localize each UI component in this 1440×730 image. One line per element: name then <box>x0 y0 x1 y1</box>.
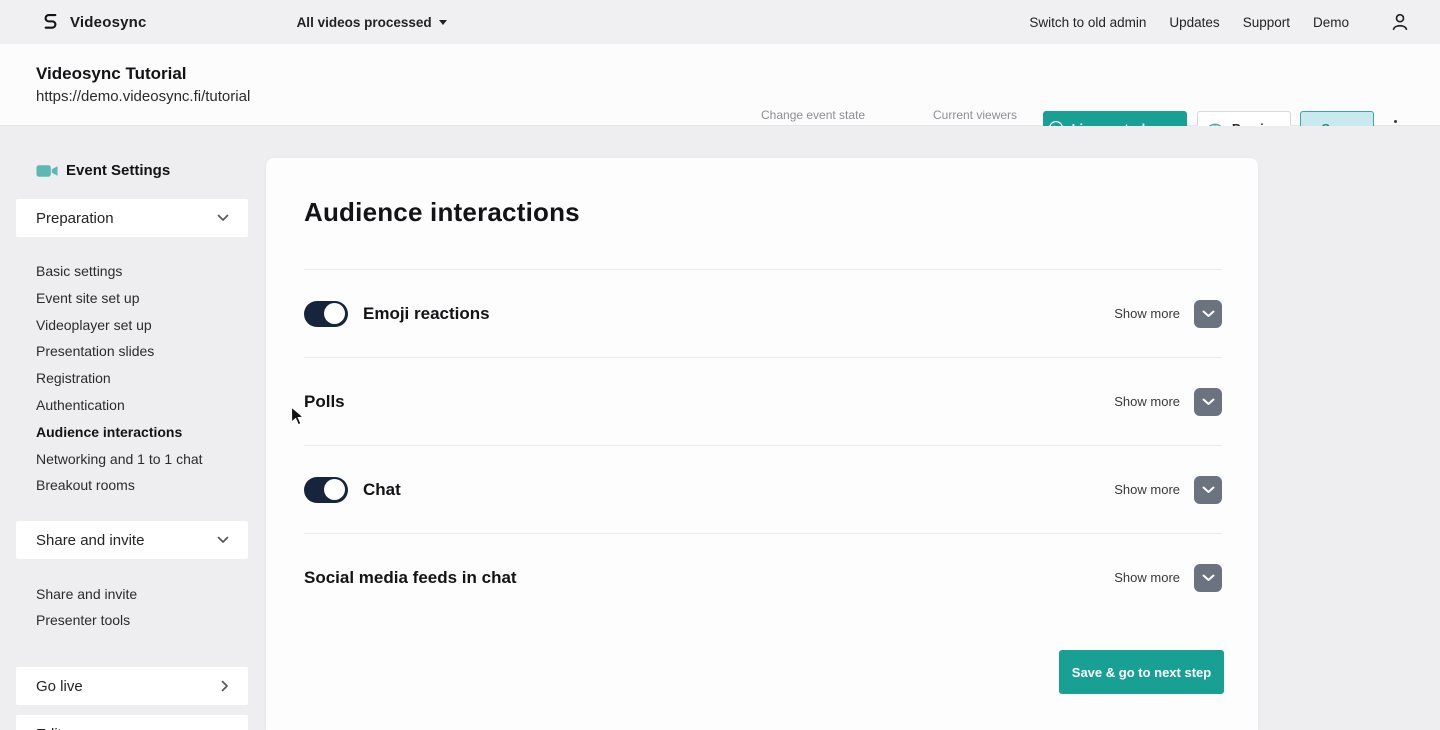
videosync-logo-icon <box>44 13 57 29</box>
chevron-down-icon <box>1202 574 1214 581</box>
updates-link[interactable]: Updates <box>1169 15 1219 30</box>
sidebar-section-share-and-invite[interactable]: Share and invite <box>16 521 248 560</box>
video-camera-icon <box>36 164 58 177</box>
feature-label: Social media feeds in chat <box>304 567 517 587</box>
sidebar-title-label: Event Settings <box>66 162 171 179</box>
sidebar-section-go-live[interactable]: Go live <box>16 667 248 706</box>
sidebar-item-registration[interactable]: Registration <box>16 365 248 392</box>
sidebar-item-breakout-rooms[interactable]: Breakout rooms <box>16 472 248 499</box>
user-icon <box>1392 13 1408 31</box>
sidebar-item-share-and-invite[interactable]: Share and invite <box>16 581 248 607</box>
feature-row-polls: Polls Show more <box>304 357 1222 445</box>
chevron-down-icon <box>1202 398 1214 405</box>
sidebar-item-presentation-slides[interactable]: Presentation slides <box>16 338 248 365</box>
sidebar-item-networking-1to1-chat[interactable]: Networking and 1 to 1 chat <box>16 446 248 473</box>
preparation-items: Basic settings Event site set up Videopl… <box>16 237 248 499</box>
brand-logo[interactable]: Videosync <box>40 12 147 33</box>
chevron-down-icon <box>1202 310 1214 317</box>
account-menu[interactable] <box>1390 12 1410 32</box>
current-viewers-label: Current viewers <box>933 108 1018 122</box>
chevron-down-icon <box>1202 486 1214 493</box>
sidebar-item-audience-interactions[interactable]: Audience interactions <box>16 419 248 446</box>
support-link[interactable]: Support <box>1243 15 1290 30</box>
event-title: Videosync Tutorial <box>36 64 187 83</box>
feature-row-chat: Chat Show more <box>304 445 1222 533</box>
feature-row-emoji-reactions: Emoji reactions Show more <box>304 269 1222 357</box>
sidebar-item-event-site-set-up[interactable]: Event site set up <box>16 285 248 312</box>
switch-old-admin-link[interactable]: Switch to old admin <box>1029 15 1146 30</box>
audience-interactions-panel: Audience interactions Emoji reactions Sh… <box>266 158 1258 730</box>
event-url[interactable]: https://demo.videosync.fi/tutorial <box>36 88 1440 105</box>
sidebar-section-edit[interactable]: Edit <box>16 715 248 730</box>
sidebar-section-preparation[interactable]: Preparation <box>16 199 248 237</box>
expand-button[interactable] <box>1194 299 1222 328</box>
feature-rows: Emoji reactions Show more Polls Show mor… <box>266 269 1258 621</box>
feature-label: Chat <box>363 479 401 499</box>
videos-processed-dropdown[interactable]: All videos processed <box>297 15 447 30</box>
chevron-right-icon <box>221 680 228 692</box>
save-next-step-button[interactable]: Save & go to next step <box>1059 650 1224 694</box>
show-more-link[interactable]: Show more <box>1114 482 1180 497</box>
event-header: Videosync Tutorial https://demo.videosyn… <box>0 44 1440 145</box>
sidebar-item-authentication[interactable]: Authentication <box>16 392 248 419</box>
expand-button[interactable] <box>1194 387 1222 416</box>
sidebar-title: Event Settings <box>16 162 248 179</box>
expand-button[interactable] <box>1194 475 1222 504</box>
show-more-link[interactable]: Show more <box>1114 306 1180 321</box>
feature-label: Polls <box>304 391 345 411</box>
top-navigation-bar: Videosync All videos processed Switch to… <box>0 0 1440 44</box>
show-more-link[interactable]: Show more <box>1114 394 1180 409</box>
sidebar-item-presenter-tools[interactable]: Presenter tools <box>16 607 248 633</box>
feature-row-social-media-feeds: Social media feeds in chat Show more <box>304 533 1222 621</box>
emoji-reactions-toggle[interactable] <box>304 300 348 327</box>
sidebar-item-videoplayer-set-up[interactable]: Videoplayer set up <box>16 312 248 339</box>
page-title: Audience interactions <box>304 197 580 227</box>
demo-link[interactable]: Demo <box>1313 15 1349 30</box>
page-body: Event Settings Preparation Basic setting… <box>0 126 1440 730</box>
chevron-down-icon <box>217 536 229 544</box>
show-more-link[interactable]: Show more <box>1114 570 1180 585</box>
brand-name: Videosync <box>70 13 147 31</box>
toggle-knob <box>324 479 345 500</box>
videos-processed-label: All videos processed <box>296 14 432 30</box>
chevron-down-icon <box>217 214 229 221</box>
caret-down-icon <box>438 19 447 25</box>
sidebar-item-basic-settings[interactable]: Basic settings <box>16 258 248 285</box>
feature-label: Emoji reactions <box>363 303 490 323</box>
event-settings-sidebar: Event Settings Preparation Basic setting… <box>16 162 248 730</box>
event-state-label: Change event state <box>761 108 866 122</box>
share-invite-items: Share and invite Presenter tools <box>16 559 248 646</box>
topbar-links: Switch to old admin Updates Support Demo <box>1029 12 1410 32</box>
chat-toggle[interactable] <box>304 476 348 503</box>
expand-button[interactable] <box>1194 563 1222 592</box>
toggle-knob <box>324 303 345 324</box>
